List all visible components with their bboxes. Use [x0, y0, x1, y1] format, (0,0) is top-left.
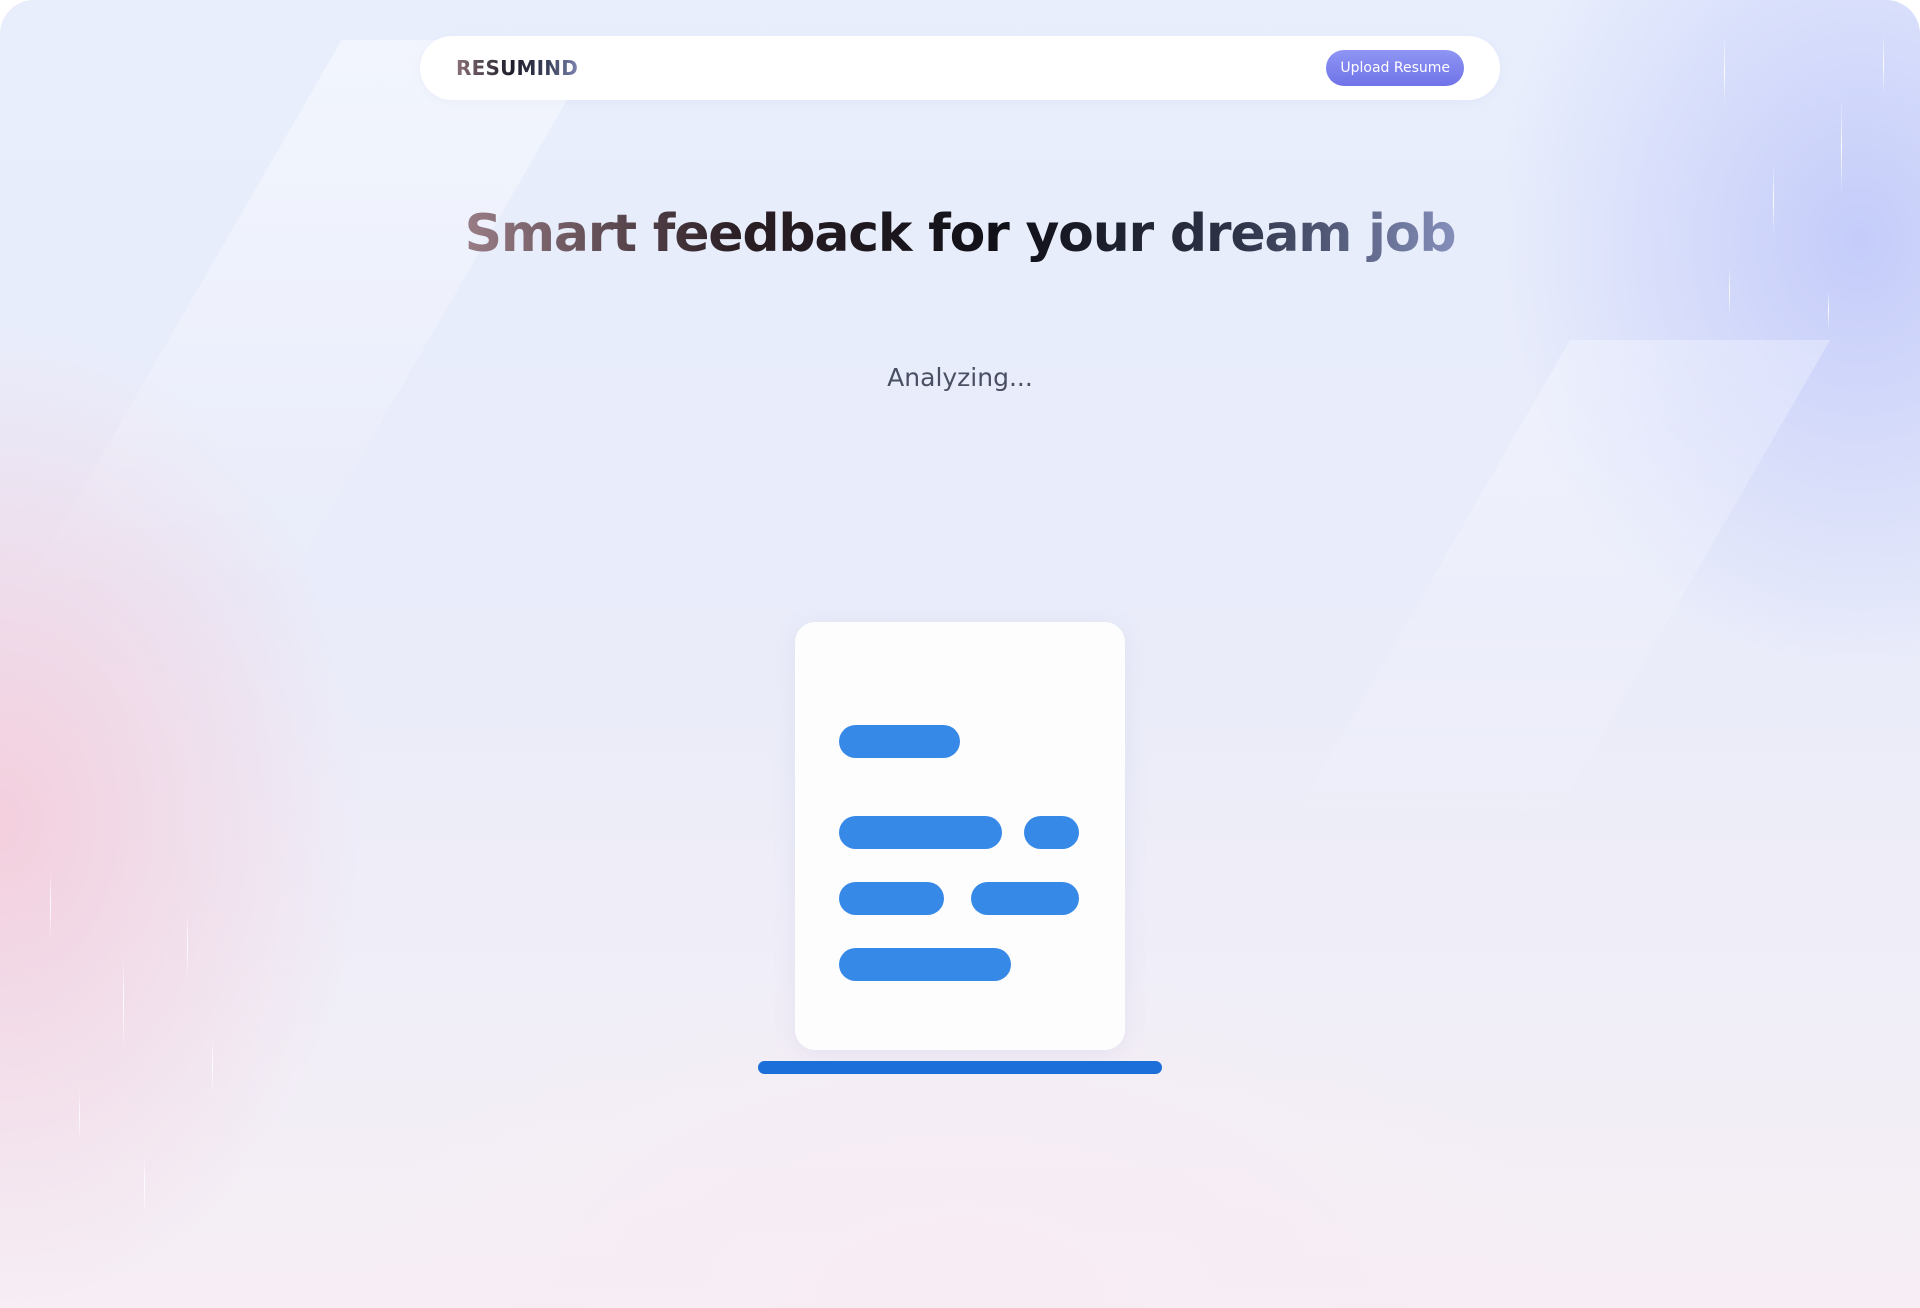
rain-line [1729, 266, 1730, 316]
document-line [839, 882, 944, 915]
rain-line [1841, 100, 1842, 195]
document-icon [795, 622, 1125, 1050]
document-line [1024, 816, 1079, 849]
rain-line [123, 955, 124, 1050]
navbar: RESUMIND Upload Resume [420, 36, 1500, 100]
page-background: RESUMIND Upload Resume Smart feedback fo… [0, 0, 1920, 1308]
rain-line [1828, 290, 1829, 330]
rain-line [1773, 165, 1774, 235]
rain-line [144, 1155, 145, 1215]
upload-resume-button[interactable]: Upload Resume [1326, 50, 1464, 86]
document-line [839, 816, 1002, 849]
analysis-status: Analyzing... [887, 363, 1033, 392]
rain-line [187, 910, 188, 980]
page-title: Smart feedback for your dream job [460, 200, 1460, 268]
document-line [971, 882, 1079, 915]
scan-progress-line [758, 1061, 1162, 1074]
document-line [839, 948, 1011, 981]
rain-line [1724, 36, 1725, 106]
rain-line [50, 870, 51, 940]
rain-line [1883, 34, 1884, 94]
document-line [839, 725, 960, 758]
rain-line [79, 1090, 80, 1140]
rain-line [212, 1035, 213, 1095]
light-streak [1269, 340, 1831, 860]
logo[interactable]: RESUMIND [456, 36, 578, 100]
light-streak [18, 40, 602, 600]
